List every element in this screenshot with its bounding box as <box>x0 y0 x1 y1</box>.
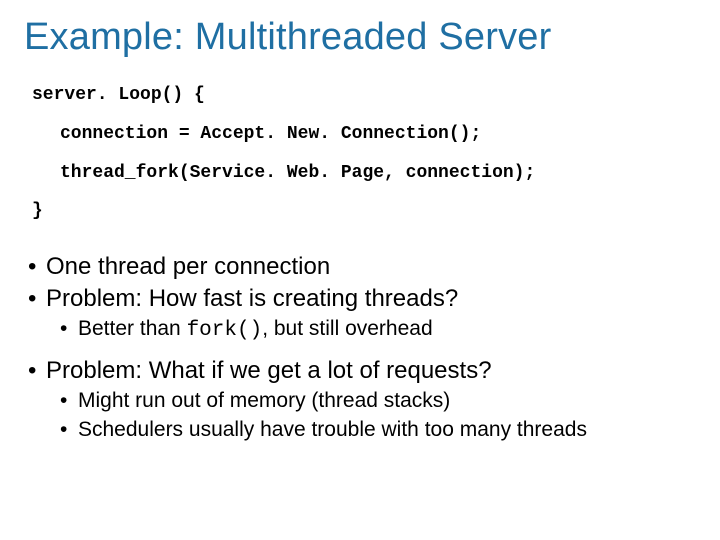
bullet-item: One thread per connection <box>28 252 692 282</box>
code-line: } <box>32 197 692 226</box>
bullet-subitem: Better than fork(), but still overhead <box>60 316 692 344</box>
slide-title: Example: Multithreaded Server <box>24 16 692 59</box>
bullet-subitem: Schedulers usually have trouble with too… <box>60 417 692 443</box>
code-line: thread_fork(Service. Web. Page, connecti… <box>60 159 692 188</box>
bullet-item: Problem: What if we get a lot of request… <box>28 356 692 386</box>
text: Better than <box>78 317 187 340</box>
slide: Example: Multithreaded Server server. Lo… <box>0 0 720 540</box>
bullet-list: One thread per connection Problem: How f… <box>28 252 692 443</box>
code-line: connection = Accept. New. Connection(); <box>60 120 692 149</box>
bullet-subitem: Might run out of memory (thread stacks) <box>60 388 692 414</box>
bullet-item: Problem: How fast is creating threads? <box>28 284 692 314</box>
code-block: server. Loop() { connection = Accept. Ne… <box>32 81 692 226</box>
inline-code: fork() <box>187 319 263 342</box>
text: , but still overhead <box>262 317 432 340</box>
code-line: server. Loop() { <box>32 81 692 110</box>
